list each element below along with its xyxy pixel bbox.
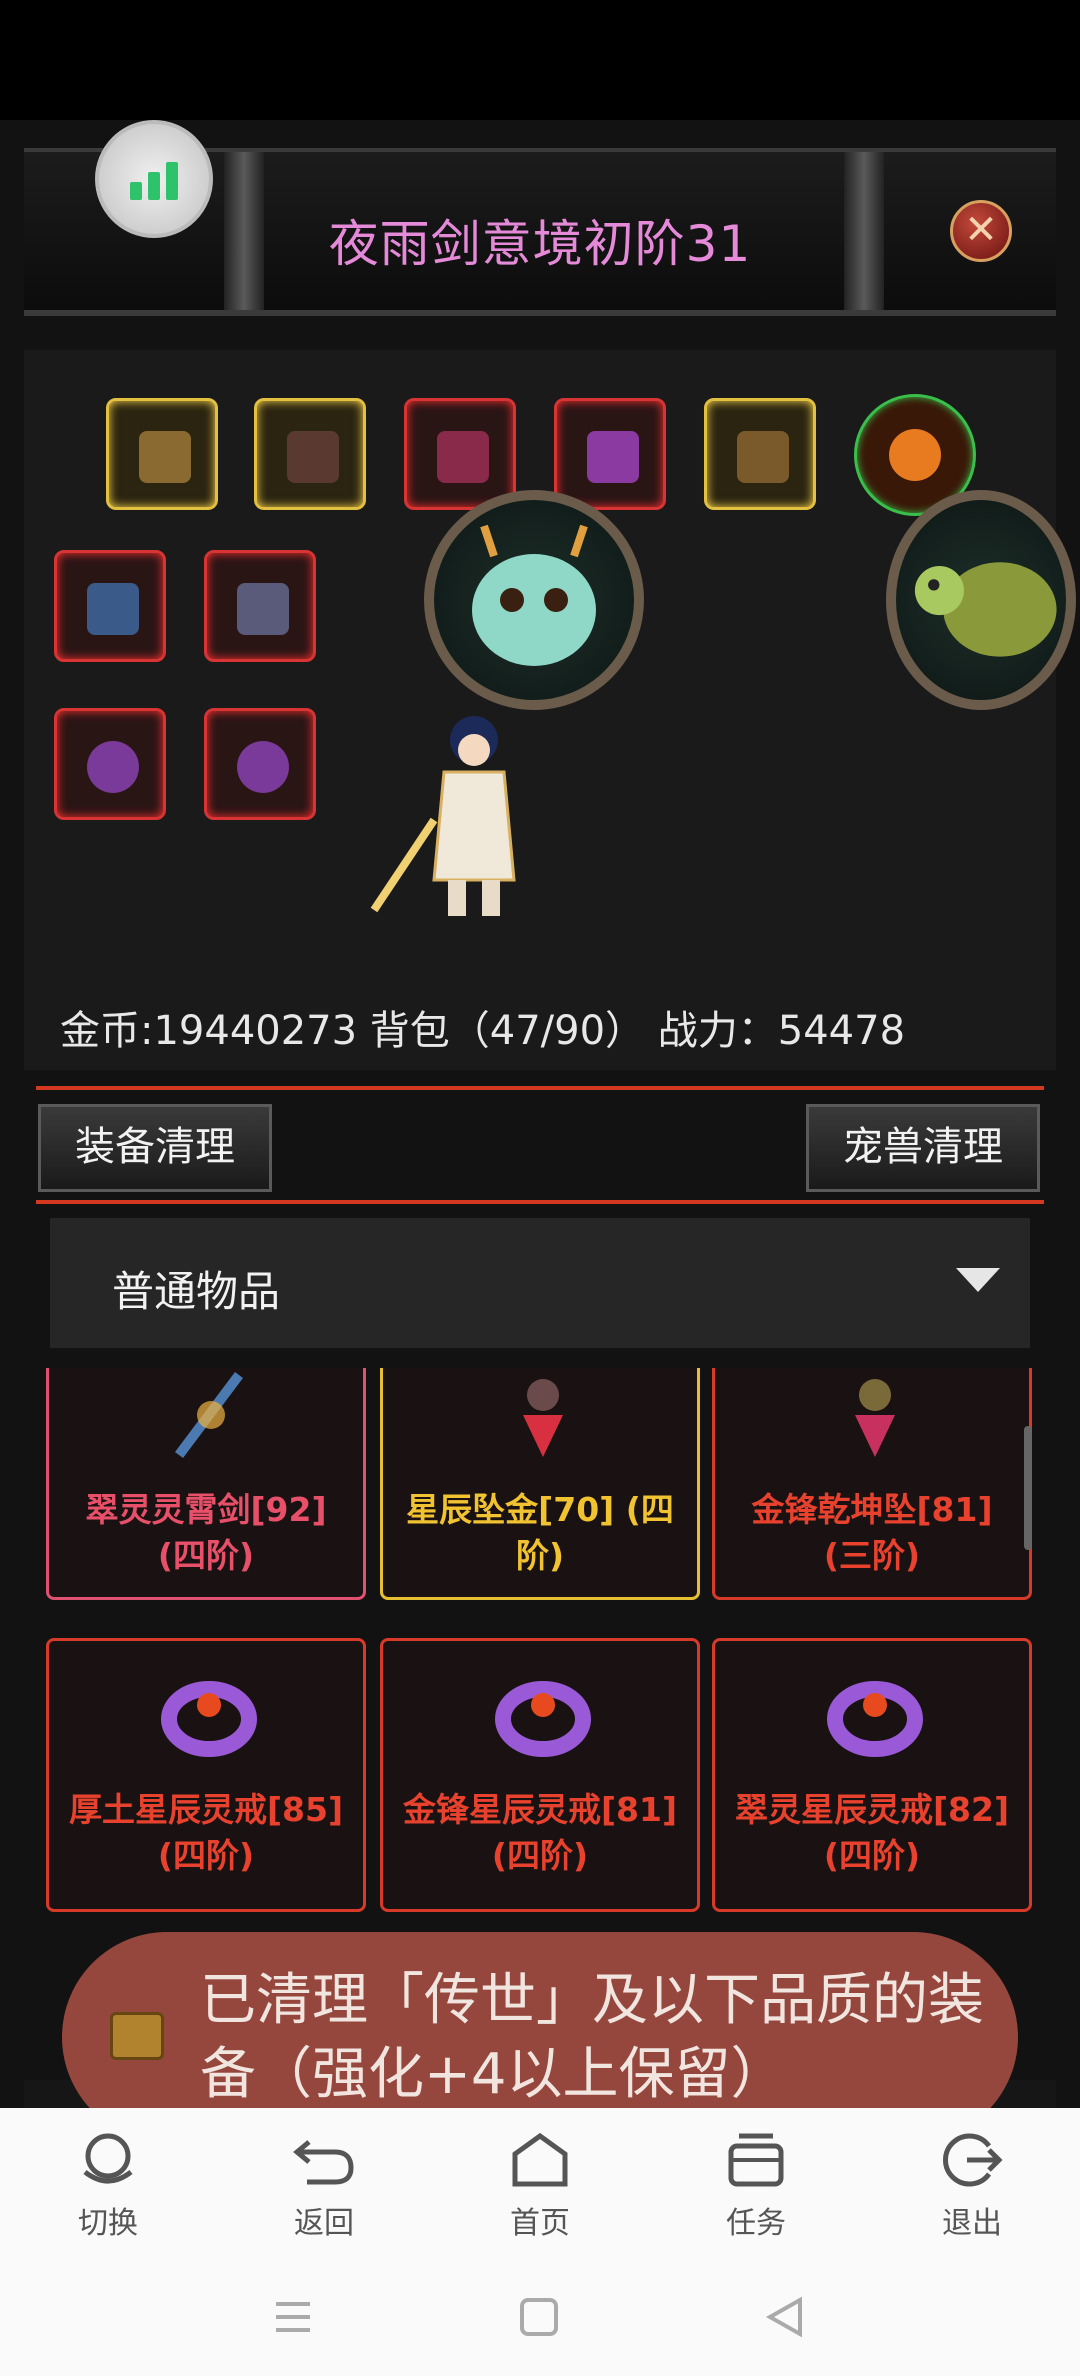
dropdown-selected: 普通物品	[112, 1267, 281, 1316]
network-signal-icon[interactable]	[95, 120, 213, 238]
equip-slot-helmet[interactable]	[106, 398, 218, 510]
divider	[36, 1086, 1044, 1090]
equip-slot-ring-1[interactable]	[54, 708, 166, 820]
belt-icon	[737, 431, 789, 483]
nav-tasks[interactable]: 任务	[666, 2108, 846, 2256]
item-card[interactable]: 翠灵星辰灵戒[82] (四阶)	[712, 1638, 1032, 1912]
sword-icon	[175, 1372, 243, 1458]
hero-character[interactable]	[364, 710, 574, 930]
equip-slot-necklace[interactable]	[404, 398, 516, 510]
nav-label: 退出	[942, 2206, 1002, 2241]
system-nav-bar	[0, 2256, 1080, 2376]
ring-icon	[237, 741, 289, 793]
exit-icon	[943, 2133, 1003, 2187]
equip-slot-belt[interactable]	[704, 398, 816, 510]
item-name: 厚土星辰灵戒[85] (四阶)	[68, 1790, 344, 1875]
item-card[interactable]: 金锋星辰灵戒[81] (四阶)	[380, 1638, 700, 1912]
divider	[36, 1200, 1044, 1204]
ring-icon	[495, 1681, 591, 1757]
pet-clean-button[interactable]: 宠兽清理	[806, 1104, 1040, 1192]
sword-icon	[87, 583, 139, 635]
ring-icon	[161, 1681, 257, 1757]
item-name: 金锋乾坤坠[81] (三阶)	[751, 1490, 993, 1575]
item-card[interactable]: 星辰坠金[70] (四阶)	[380, 1368, 700, 1600]
nav-back[interactable]: 返回	[234, 2108, 414, 2256]
equip-clean-button[interactable]: 装备清理	[38, 1104, 272, 1192]
toast-message: 已清理「传世」及以下品质的装备（强化+4以上保留）	[200, 1968, 984, 2107]
pet-turtle[interactable]	[886, 490, 1076, 710]
dragon-icon	[472, 524, 596, 666]
nav-label: 任务	[726, 2206, 786, 2241]
pendant-icon	[523, 1379, 563, 1457]
nav-exit[interactable]: 退出	[882, 2108, 1062, 2256]
nav-switch[interactable]: 切换	[18, 2108, 198, 2256]
nav-label: 切换	[78, 2206, 138, 2241]
chevron-down-icon	[956, 1268, 1000, 1292]
bracer-icon	[587, 431, 639, 483]
item-grid: 翠灵灵霄剑[92] (四阶) 星辰坠金[70] (四阶) 金锋乾坤坠[81] (…	[44, 1368, 1036, 2028]
player-stats: 金币:19440273 背包（47/90） 战力：54478	[60, 1008, 906, 1054]
back-triangle-icon[interactable]	[764, 2296, 806, 2338]
ring-icon	[827, 1681, 923, 1757]
helmet-icon	[139, 431, 191, 483]
item-card[interactable]: 金锋乾坤坠[81] (三阶)	[712, 1368, 1032, 1600]
ring-icon	[87, 741, 139, 793]
item-filter-dropdown[interactable]: 普通物品	[50, 1218, 1030, 1348]
item-name: 金锋星辰灵戒[81] (四阶)	[402, 1790, 678, 1875]
nav-label: 首页	[510, 2206, 570, 2241]
item-name: 翠灵灵霄剑[92] (四阶)	[85, 1490, 327, 1575]
status-bar	[0, 0, 1080, 120]
equip-slot-armor[interactable]	[254, 398, 366, 510]
treasure-chest-icon	[110, 2012, 164, 2060]
close-button[interactable]: ✕	[950, 200, 1012, 262]
item-name: 翠灵星辰灵戒[82] (四阶)	[734, 1790, 1010, 1875]
pet-dragon[interactable]	[424, 490, 644, 710]
nav-home[interactable]: 首页	[450, 2108, 630, 2256]
switch-icon	[83, 2133, 133, 2184]
item-name: 星辰坠金[70] (四阶)	[406, 1490, 674, 1575]
item-card[interactable]: 厚土星辰灵戒[85] (四阶)	[46, 1638, 366, 1912]
home-icon	[512, 2132, 568, 2187]
equip-slot-bracer[interactable]	[554, 398, 666, 510]
item-card[interactable]: 翠灵灵霄剑[92] (四阶)	[46, 1368, 366, 1600]
game-window: 夜雨剑意境初阶31 ✕ 金币:19440273 背包（47/90） 战力：544…	[0, 120, 1080, 2208]
equip-slot-weapon-1[interactable]	[54, 550, 166, 662]
home-square-icon[interactable]	[518, 2296, 560, 2338]
menu-icon[interactable]	[272, 2296, 314, 2338]
nav-label: 返回	[294, 2206, 354, 2241]
sword-icon	[237, 583, 289, 635]
tasks-icon	[728, 2133, 784, 2187]
scrollbar-thumb[interactable]	[1024, 1426, 1032, 1550]
bottom-nav: 切换 返回 首页 任务 退出	[0, 2108, 1080, 2256]
turtle-icon	[914, 562, 1057, 657]
equip-slot-ring-2[interactable]	[204, 708, 316, 820]
equip-slot-weapon-2[interactable]	[204, 550, 316, 662]
necklace-icon	[437, 431, 489, 483]
equipment-panel	[24, 350, 1076, 1070]
armor-icon	[287, 431, 339, 483]
pendant-icon	[855, 1379, 895, 1457]
fire-orb-icon	[889, 429, 941, 481]
back-icon	[293, 2140, 354, 2185]
